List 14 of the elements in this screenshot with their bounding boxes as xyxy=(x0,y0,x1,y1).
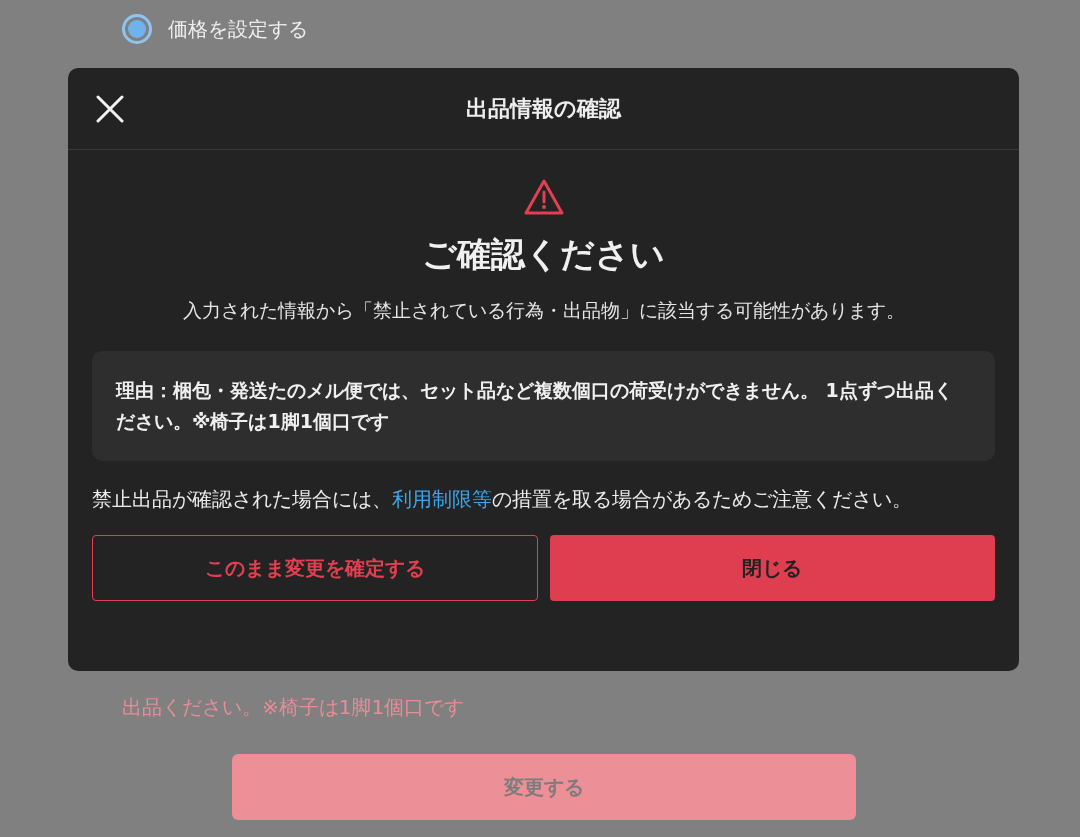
error-text: 出品ください。※椅子は1脚1個口です xyxy=(122,694,466,721)
radio-label: 価格を設定する xyxy=(168,16,308,43)
close-button[interactable] xyxy=(94,93,126,125)
dialog-message: 入力された情報から「禁止されている行為・出品物」に該当する可能性があります。 xyxy=(182,298,905,323)
reason-text: 理由：梱包・発送たのメル便では、セット品など複数個口の荷受けができません。 1点ずつ出品ください。※椅子は1脚1個口です xyxy=(116,377,954,434)
warning-icon xyxy=(522,178,565,216)
dialog-heading: ご確認ください xyxy=(422,233,665,276)
close-dialog-button[interactable]: 閉じる xyxy=(549,534,995,601)
close-icon xyxy=(96,95,124,123)
confirm-button[interactable]: このまま変更を確定する xyxy=(92,534,538,601)
radio-button[interactable] xyxy=(122,14,152,44)
notice-text: 禁止出品が確認された場合には、利用制限等の措置を取る場合があるためご注意ください。 xyxy=(92,485,913,513)
restriction-link[interactable]: 利用制限等 xyxy=(392,486,492,511)
dialog-title: 出品情報の確認 xyxy=(466,95,621,123)
